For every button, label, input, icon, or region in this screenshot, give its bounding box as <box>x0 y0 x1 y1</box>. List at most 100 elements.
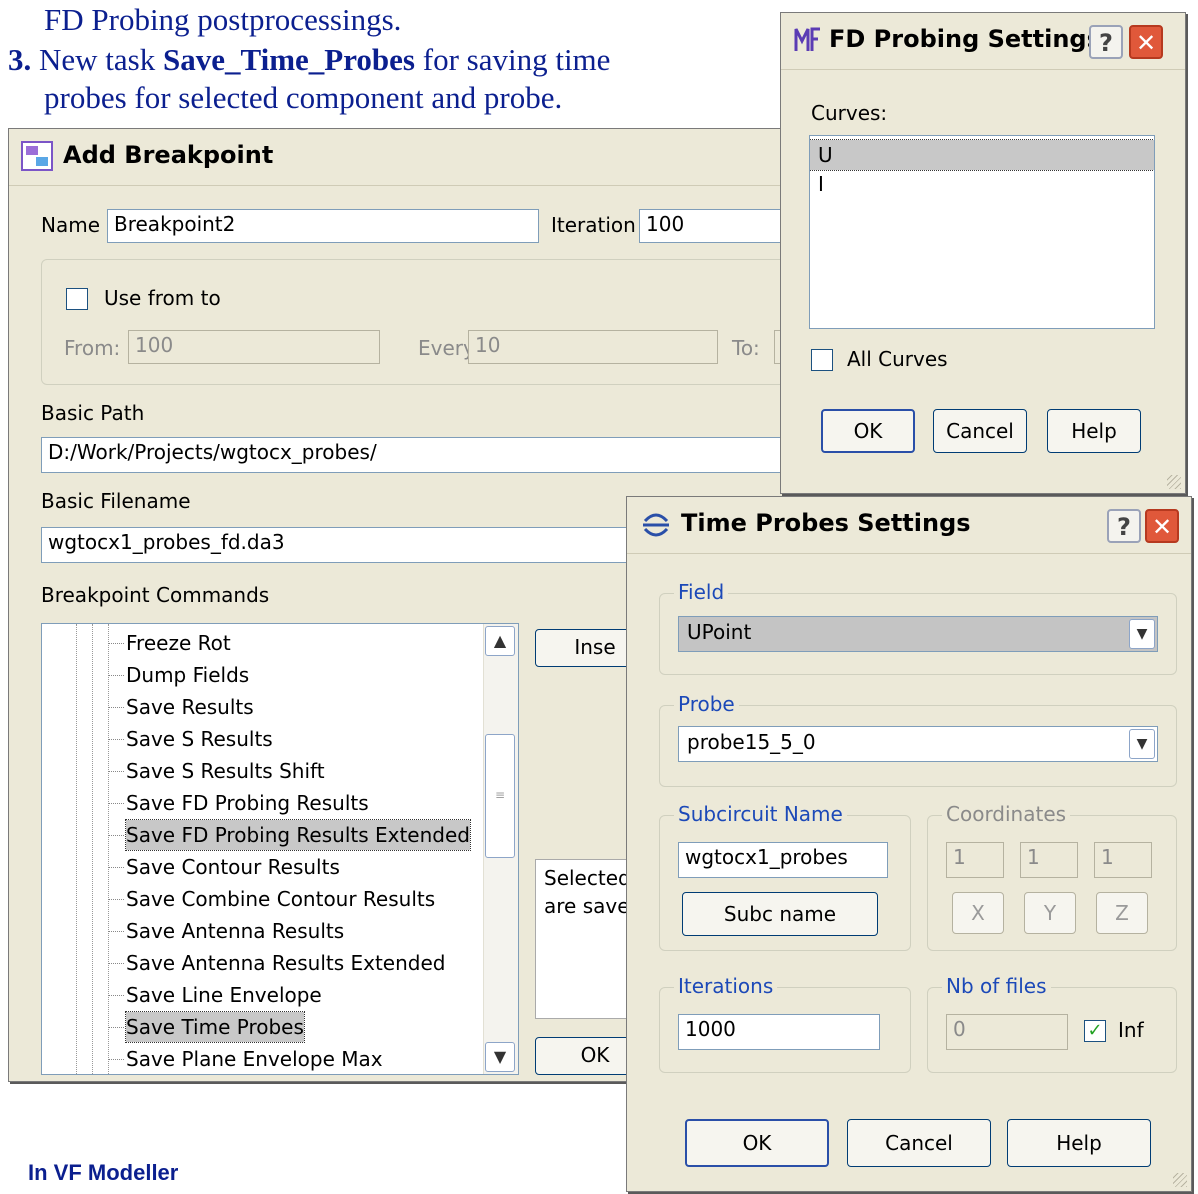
scroll-thumb[interactable]: ≡ <box>485 734 515 858</box>
subcircuit-input[interactable]: wgtocx1_probes <box>678 842 888 878</box>
fd-help-button[interactable]: Help <box>1047 409 1141 453</box>
field-group: Field UPoint ▼ <box>659 580 1177 675</box>
slide-text-line2-pre: New task <box>39 42 163 77</box>
command-tree-item[interactable]: Save S Results Shift <box>126 756 325 786</box>
tree-connector <box>108 707 124 708</box>
fd-cancel-button[interactable]: Cancel <box>933 409 1027 453</box>
time-probes-titlebar[interactable]: Time Probes Settings ? ✕ <box>627 497 1191 554</box>
coord-z-button[interactable]: Z <box>1096 892 1148 934</box>
inf-checkbox[interactable]: ✓ <box>1084 1020 1106 1042</box>
coord-x-button[interactable]: X <box>952 892 1004 934</box>
scroll-up-button[interactable]: ▲ <box>485 626 515 656</box>
fd-probing-titlebar[interactable]: FD Probing Settings ? ✕ <box>781 13 1185 70</box>
add-breakpoint-title: Add Breakpoint <box>63 141 274 169</box>
description-line1: Selected <box>544 866 631 890</box>
probe-group: Probe probe15_5_0 ▼ <box>659 692 1177 787</box>
tree-connector <box>108 643 124 644</box>
command-tree-item[interactable]: Save S Results <box>126 724 273 754</box>
coord-y-input[interactable]: 1 <box>1020 842 1078 878</box>
fd-probing-title: FD Probing Settings <box>829 25 1101 53</box>
name-label: Name <box>41 213 101 237</box>
coord-x-input[interactable]: 1 <box>946 842 1004 878</box>
tp-ok-button[interactable]: OK <box>685 1119 829 1167</box>
probe-select-value: probe15_5_0 <box>687 730 816 754</box>
tree-connector <box>108 835 124 836</box>
from-input[interactable]: 100 <box>128 330 380 364</box>
use-from-to-checkbox[interactable] <box>66 288 88 310</box>
name-input[interactable]: Breakpoint2 <box>107 209 539 243</box>
command-tree-item[interactable]: Save Antenna Results Extended <box>126 948 445 978</box>
fd-ok-button[interactable]: OK <box>821 409 915 453</box>
slide-task-name: Save_Time_Probes <box>162 42 415 77</box>
basic-path-input[interactable]: D:/Work/Projects/wgtocx_probes/ <box>41 437 831 473</box>
subcircuit-group: Subcircuit Name wgtocx1_probes Subc name <box>659 802 911 951</box>
field-group-label: Field <box>674 580 729 604</box>
fd-probing-dialog: FD Probing Settings ? ✕ Curves: U I All … <box>780 12 1186 494</box>
tp-cancel-button[interactable]: Cancel <box>847 1119 991 1167</box>
nb-files-group: Nb of files 0 ✓ Inf <box>927 974 1177 1073</box>
tree-connector <box>108 867 124 868</box>
tree-connector <box>108 1059 124 1060</box>
coord-z-input[interactable]: 1 <box>1094 842 1152 878</box>
command-tree-item[interactable]: Save Contour Results <box>126 852 340 882</box>
breakpoint-commands-label: Breakpoint Commands <box>41 583 270 607</box>
fd-help-title-button[interactable]: ? <box>1089 25 1123 59</box>
tp-resize-grip[interactable] <box>1173 1173 1187 1187</box>
tree-connector <box>108 739 124 740</box>
command-tree-item[interactable]: Save Plane Envelope Max <box>126 1044 383 1074</box>
tree-connector <box>108 675 124 676</box>
probe-group-label: Probe <box>674 692 739 716</box>
commands-scrollbar[interactable]: ▲ ≡ ▼ <box>483 624 518 1074</box>
nb-files-group-label: Nb of files <box>942 974 1051 998</box>
tp-close-button[interactable]: ✕ <box>1145 509 1179 543</box>
command-tree-item[interactable]: Save Time Probes <box>125 1011 305 1043</box>
probe-select[interactable]: probe15_5_0 ▼ <box>678 726 1158 762</box>
field-dropdown-icon[interactable]: ▼ <box>1129 619 1155 649</box>
tp-help-title-button[interactable]: ? <box>1107 509 1141 543</box>
every-input[interactable]: 10 <box>468 330 718 364</box>
slide-text-line2-post: for saving time <box>415 42 611 77</box>
command-tree-item[interactable]: Save Line Envelope <box>126 980 322 1010</box>
command-tree-item[interactable]: Freeze Rot <box>126 628 231 658</box>
subc-name-button[interactable]: Subc name <box>682 892 878 936</box>
curve-item-u[interactable]: U <box>810 139 1154 171</box>
breakpoint-commands-tree[interactable]: Freeze Rot Dump Fields Save Results Save S … <box>41 623 519 1075</box>
probe-dropdown-icon[interactable]: ▼ <box>1129 729 1155 759</box>
slide-footer: In VF Modeller <box>28 1160 179 1185</box>
command-tree-item[interactable]: Dump Fields <box>126 660 249 690</box>
curves-list[interactable]: U I <box>809 135 1155 329</box>
command-tree-item[interactable]: Save FD Probing Results Extended <box>125 819 471 851</box>
to-label: To: <box>732 336 760 360</box>
fd-resize-grip[interactable] <box>1167 475 1181 489</box>
scroll-down-button[interactable]: ▼ <box>485 1042 515 1072</box>
iterations-group: Iterations 1000 <box>659 974 911 1073</box>
curve-item-i[interactable]: I <box>818 172 824 196</box>
slide-text-line3: probes for selected component and probe. <box>44 80 563 115</box>
basic-path-label: Basic Path <box>41 401 145 425</box>
subcircuit-group-label: Subcircuit Name <box>674 802 847 826</box>
nb-files-input[interactable]: 0 <box>946 1014 1068 1050</box>
use-from-to-label: Use from to <box>104 286 221 310</box>
all-curves-checkbox[interactable] <box>811 349 833 371</box>
command-tree-item[interactable]: Save Antenna Results <box>126 916 344 946</box>
from-label: From: <box>64 336 121 360</box>
slide-text-line2: 3. New task Save_Time_Probes for saving … <box>8 42 610 78</box>
tree-connector <box>108 995 124 996</box>
coord-y-button[interactable]: Y <box>1024 892 1076 934</box>
coordinates-group-label: Coordinates <box>942 802 1071 826</box>
iterations-input[interactable]: 1000 <box>678 1014 880 1050</box>
iterations-group-label: Iterations <box>674 974 778 998</box>
add-breakpoint-titlebar[interactable]: Add Breakpoint <box>9 129 839 186</box>
coordinates-group: Coordinates 1 1 1 X Y Z <box>927 802 1177 951</box>
command-tree-item[interactable]: Save Results <box>126 692 254 722</box>
command-tree-item[interactable]: Save FD Probing Results <box>126 788 369 818</box>
command-tree-item[interactable]: Save Combine Contour Results <box>126 884 435 914</box>
tree-connector <box>108 899 124 900</box>
fd-close-button[interactable]: ✕ <box>1129 25 1163 59</box>
basic-filename-label: Basic Filename <box>41 489 191 513</box>
field-select-value: UPoint <box>687 620 752 644</box>
curves-label: Curves: <box>811 101 888 125</box>
tp-help-button[interactable]: Help <box>1007 1119 1151 1167</box>
iteration-label: Iteration <box>551 213 636 237</box>
field-select[interactable]: UPoint ▼ <box>678 616 1158 652</box>
